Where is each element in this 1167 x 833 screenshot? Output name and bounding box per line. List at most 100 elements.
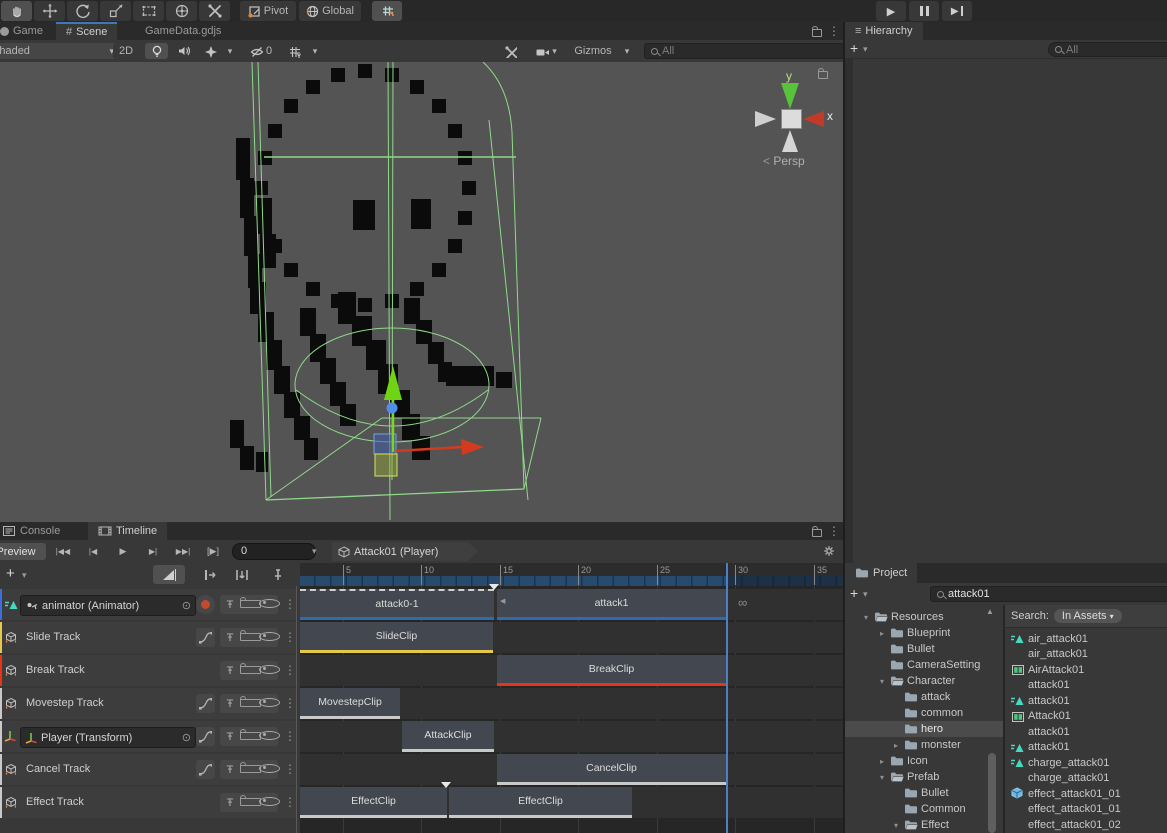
track-header-movestep[interactable]: Movestep Track Ŧ ⋮ [0,688,296,719]
tree-item-effect[interactable]: ▾ Effect [845,817,1003,833]
clip-cancel[interactable]: CancelClip [497,754,726,782]
clip-slide[interactable]: SlideClip [300,622,493,650]
track-header-break[interactable]: Break Track Ŧ ⋮ [0,655,296,686]
lock-button[interactable] [240,797,259,809]
track-menu[interactable]: ⋮ [284,663,296,677]
shading-mode-dropdown[interactable]: Shaded ▾ [0,43,120,59]
result-attack01-anim[interactable]: attack01 [1011,693,1167,708]
track-header-slide[interactable]: Slide Track Ŧ ⋮ [0,622,296,653]
clip-effect-2[interactable]: EffectClip [449,787,632,815]
move-tool-button[interactable] [34,1,65,21]
mute-eye-button[interactable] [259,665,278,677]
result-attack01[interactable]: attack01 [1011,724,1167,739]
tab-project[interactable]: Project [845,563,917,583]
clip-attack1[interactable]: ◀ attack1 [497,589,726,617]
frame-field[interactable]: 0 [232,543,316,560]
track-menu[interactable]: ⋮ [284,630,296,644]
axis-negx-cone[interactable] [755,111,776,127]
track-header-effect[interactable]: Effect Track Ŧ ⋮ [0,787,296,818]
clip-attack[interactable]: AttackClip [402,721,494,749]
tree-item-attack[interactable]: attack [845,689,1003,705]
hierarchy-search-input[interactable] [1066,44,1167,56]
scene-search-input[interactable] [662,45,837,57]
effects-toggle-button[interactable] [199,43,222,59]
result-AirAttack01-timeline[interactable]: AirAttack01 [1011,662,1167,677]
gizmo-cube[interactable] [781,109,802,129]
tab-gamedata[interactable]: GameData.gdjs [135,22,231,40]
tab-hierarchy[interactable]: ≡ Hierarchy [845,22,923,40]
result-attack01[interactable]: attack01 [1011,678,1167,693]
tree-scrollbar-thumb[interactable] [988,753,996,833]
scene-camera-dropdown[interactable]: ▾ [528,43,564,59]
mix-mode-button[interactable] [153,565,185,584]
create-dropdown[interactable]: ▾ [863,44,868,55]
play-button[interactable]: ▶ [876,1,906,21]
animator-object-field[interactable]: animator (Animator) ⊙ [20,595,196,616]
step-button[interactable]: ▶ [942,1,972,21]
track-menu[interactable]: ⋮ [284,762,296,776]
tree-scroll-up-arrow[interactable]: ▲ [986,607,994,616]
object-picker-icon[interactable]: ⊙ [182,599,191,612]
track-header-cancel[interactable]: Cancel Track Ŧ ⋮ [0,754,296,785]
axis-x-cone[interactable] [803,111,824,127]
previous-frame-button[interactable]: |◀ [80,543,106,560]
replace-mode-button[interactable] [228,565,254,584]
tree-item-prefab[interactable]: ▾ Prefab [845,769,1003,785]
lock-button[interactable] [240,599,259,611]
clip-attack0-1[interactable]: attack0-1 [300,589,494,617]
result-air_attack01-anim[interactable]: air_attack01 [1011,631,1167,646]
axis-negy-cone[interactable] [782,130,798,152]
global-toggle-button[interactable]: Global [299,1,361,21]
axis-y-cone[interactable] [781,83,799,109]
scene-tools-button[interactable] [497,43,523,59]
track-menu[interactable]: ⋮ [284,729,296,743]
timeline-lock-icon[interactable] [812,528,822,540]
timeline-play-button[interactable]: ▶ [110,543,136,560]
lock-button[interactable] [240,632,259,644]
hidden-objects-button[interactable]: 0 [243,43,279,59]
tab-game[interactable]: Game [0,22,53,40]
lock-button[interactable] [240,665,259,677]
transform-tool-button[interactable] [166,1,197,21]
clip-break[interactable]: BreakClip [497,655,726,683]
clip-movestep[interactable]: MovestepClip [300,688,400,716]
tree-item-icon[interactable]: ▸ Icon [845,753,1003,769]
tree-item-prefab-bullet[interactable]: Bullet [845,785,1003,801]
gizmos-button[interactable]: Gizmos [569,43,617,59]
scene-viewport[interactable]: y x < Persp [0,62,843,522]
pause-button[interactable] [909,1,939,21]
timeline-breadcrumb[interactable]: Attack01 (Player) [332,542,478,561]
viewport-lock-icon[interactable] [818,70,828,82]
result-Attack01-timeline[interactable]: Attack01 [1011,709,1167,724]
clip-boundary-marker[interactable] [441,782,451,788]
custom-tool-button[interactable] [199,1,230,21]
gizmos-dropdown[interactable]: ▾ [619,43,635,59]
orientation-gizmo[interactable]: y x [745,67,840,187]
playhead-line[interactable] [726,563,728,833]
add-track-dropdown[interactable]: ▾ [22,570,27,581]
toggle-2d-button[interactable]: 2D [113,43,139,59]
tree-item-hero[interactable]: hero [845,721,1003,737]
project-search-field[interactable] [930,586,1167,602]
track-header-player-transform[interactable]: Player (Transform) ⊙ Ŧ ⋮ [0,721,296,752]
pin-button[interactable]: Ŧ [221,698,240,710]
curve-button[interactable] [196,727,215,746]
mute-eye-button[interactable] [259,764,278,776]
create-button[interactable]: + [850,40,858,56]
pin-button[interactable]: Ŧ [221,599,240,611]
tree-item-character[interactable]: ▾ Character [845,673,1003,689]
play-range-button[interactable]: [▶] [200,543,226,560]
lock-button[interactable] [240,764,259,776]
tree-item-prefab-common[interactable]: Common [845,801,1003,817]
lock-button[interactable] [240,698,259,710]
scene-menu-icon[interactable]: ⋮ [828,24,840,38]
object-picker-icon[interactable]: ⊙ [182,731,191,744]
track-menu[interactable]: ⋮ [284,795,296,809]
timeline-settings-gear[interactable] [822,544,836,558]
persp-label[interactable]: < Persp [763,154,805,168]
pin-button[interactable]: Ŧ [221,665,240,677]
tree-item-resources[interactable]: ▾ Resources [845,609,1003,625]
mute-eye-button[interactable] [259,599,278,611]
tree-item-bullet[interactable]: Bullet [845,641,1003,657]
timeline-ruler[interactable]: 5 10 15 20 25 30 35 [300,563,843,586]
